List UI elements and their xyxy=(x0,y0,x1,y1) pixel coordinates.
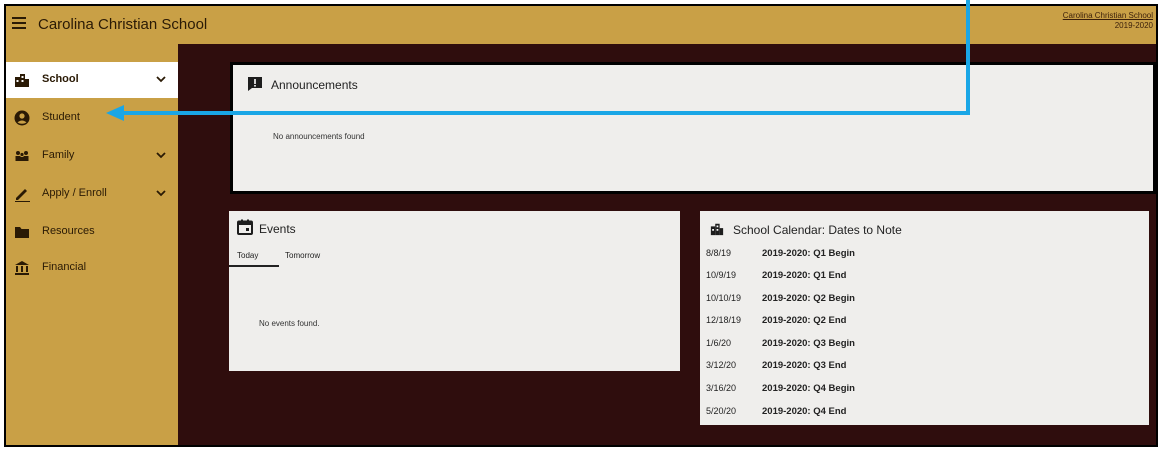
building-icon xyxy=(710,223,724,236)
active-tab-indicator xyxy=(229,265,279,267)
folder-icon xyxy=(15,227,29,238)
sidebar-item-label: Financial xyxy=(42,261,87,273)
calendar-event: 2019-2020: Q4 End xyxy=(762,406,847,417)
sidebar-item-financial[interactable]: Financial xyxy=(6,250,178,286)
calendar-event: 2019-2020: Q3 Begin xyxy=(762,338,855,349)
calendar-date: 10/10/19 xyxy=(706,293,742,303)
calendar-event: 2019-2020: Q2 Begin xyxy=(762,293,855,304)
sidebar-item-resources[interactable]: Resources xyxy=(6,214,178,250)
events-panel: Events Today Tomorrow No events found. xyxy=(229,211,680,371)
building-icon xyxy=(15,74,29,87)
school-name-link[interactable]: Carolina Christian School xyxy=(1063,11,1153,20)
app-title: Carolina Christian School xyxy=(38,16,208,33)
sidebar-item-apply-enroll[interactable]: Apply / Enroll xyxy=(6,176,178,212)
user-circle-icon xyxy=(14,110,30,126)
calendar-event: 2019-2020: Q2 End xyxy=(762,315,847,326)
pencil-icon xyxy=(15,189,30,202)
calendar-event: 2019-2020: Q3 End xyxy=(762,360,847,371)
calendar-event: 2019-2020: Q4 Begin xyxy=(762,383,855,394)
calendar-icon xyxy=(237,219,253,235)
calendar-event: 2019-2020: Q1 Begin xyxy=(762,248,855,259)
sidebar-item-label: Apply / Enroll xyxy=(42,187,107,199)
calendar-panel: School Calendar: Dates to Note 8/8/19 20… xyxy=(700,211,1149,425)
calendar-title: School Calendar: Dates to Note xyxy=(733,223,902,237)
tab-tomorrow[interactable]: Tomorrow xyxy=(285,251,320,260)
announcement-icon xyxy=(248,77,262,91)
menu-icon[interactable] xyxy=(12,17,26,31)
calendar-date: 10/9/19 xyxy=(706,270,737,280)
calendar-date: 12/18/19 xyxy=(706,315,742,325)
sidebar-item-family[interactable]: Family xyxy=(6,138,178,174)
announcements-empty-text: No announcements found xyxy=(273,132,365,141)
app-window: Carolina Christian School Carolina Chris… xyxy=(4,4,1158,447)
tab-today[interactable]: Today xyxy=(237,251,258,260)
chevron-down-icon xyxy=(156,76,166,83)
calendar-date: 5/20/20 xyxy=(706,406,737,416)
top-bar: Carolina Christian School Carolina Chris… xyxy=(6,6,1156,44)
calendar-date: 3/12/20 xyxy=(706,360,737,370)
calendar-event: 2019-2020: Q1 End xyxy=(762,270,847,281)
sidebar-item-label: Resources xyxy=(42,225,95,237)
sidebar: School Student Family Apply / Enroll Res… xyxy=(6,44,178,445)
sidebar-item-label: Student xyxy=(42,111,80,123)
sidebar-item-student[interactable]: Student xyxy=(6,100,178,136)
sidebar-item-school[interactable]: School xyxy=(6,62,178,98)
events-empty-text: No events found. xyxy=(259,319,320,328)
announcements-title: Announcements xyxy=(271,78,358,92)
sidebar-item-label: Family xyxy=(42,149,75,161)
chevron-down-icon xyxy=(156,152,166,159)
calendar-date: 3/16/20 xyxy=(706,383,737,393)
events-title: Events xyxy=(259,222,296,236)
calendar-date: 8/8/19 xyxy=(706,248,732,258)
announcements-panel: Announcements No announcements found xyxy=(230,62,1156,194)
calendar-date: 1/6/20 xyxy=(706,338,732,348)
school-year: 2019-2020 xyxy=(1114,21,1153,30)
family-icon xyxy=(15,151,29,161)
sidebar-item-label: School xyxy=(42,73,79,85)
bank-icon xyxy=(15,261,29,275)
chevron-down-icon xyxy=(156,190,166,197)
